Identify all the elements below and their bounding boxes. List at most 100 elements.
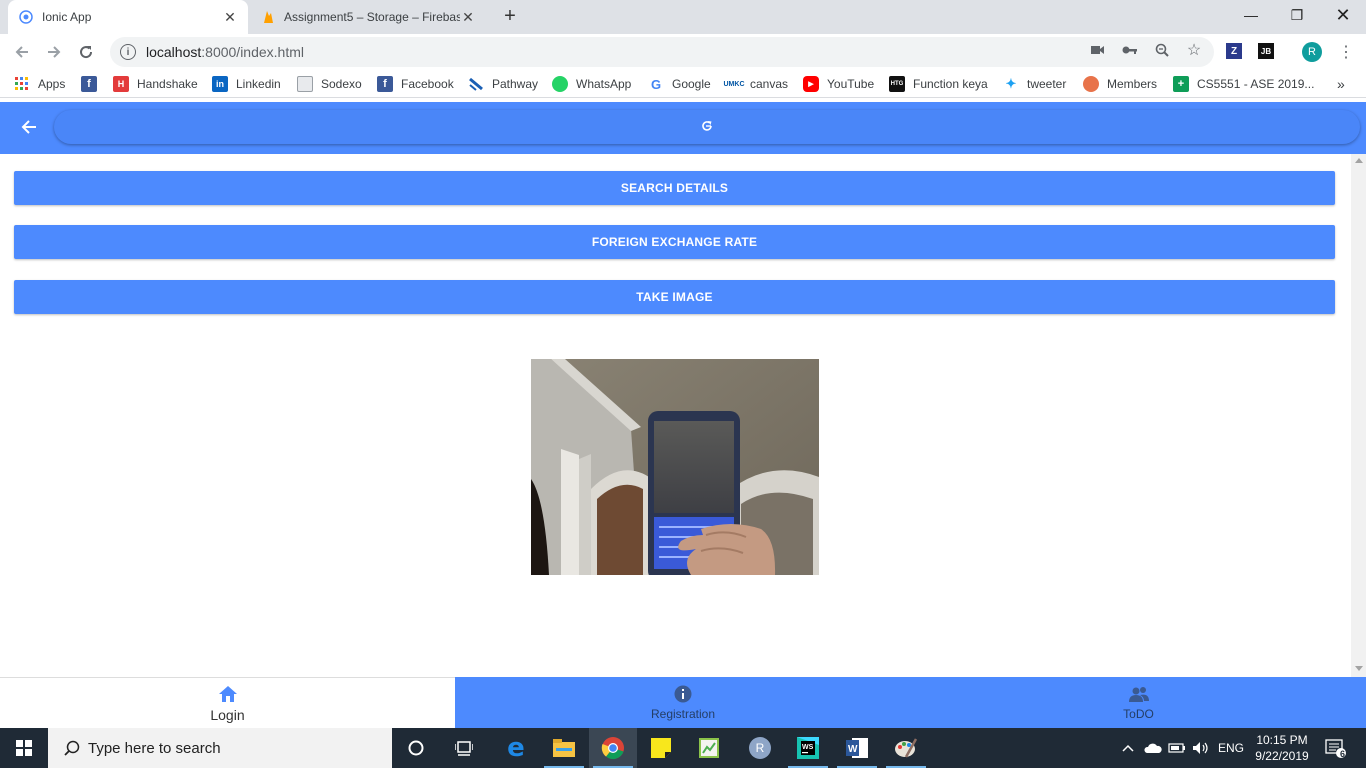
- info-icon: [673, 684, 693, 704]
- reload-icon[interactable]: [74, 40, 98, 64]
- bookmark-label: Function keya: [913, 77, 988, 91]
- people-icon: [1128, 684, 1149, 704]
- bookmark-sodexo[interactable]: Sodexo: [297, 76, 362, 92]
- address-bar[interactable]: i localhost:8000/index.html: [110, 37, 1214, 67]
- youtube-icon: ▶: [803, 76, 819, 92]
- bookmark-facebook[interactable]: f Facebook: [377, 76, 454, 92]
- windows-start-icon[interactable]: [0, 728, 48, 768]
- tab-ionic-app[interactable]: Ionic App ✕: [8, 0, 248, 34]
- tray-expand-icon[interactable]: [1120, 728, 1136, 768]
- facebook-icon: f: [377, 76, 393, 92]
- bookmark-function-keya[interactable]: HTG Function keya: [889, 76, 988, 92]
- onedrive-cloud-icon[interactable]: [1142, 728, 1164, 768]
- url-path: :8000/index.html: [201, 44, 304, 60]
- paint-icon[interactable]: [882, 728, 930, 768]
- clock-date: 9/22/2019: [1255, 749, 1309, 763]
- apps-grid-icon: [14, 76, 30, 92]
- jetbrains-extension-icon[interactable]: JB: [1258, 43, 1274, 59]
- zoom-icon[interactable]: [1154, 42, 1170, 58]
- bookmark-youtube[interactable]: ▶ YouTube: [803, 76, 874, 92]
- bookmark-linkedin[interactable]: in Linkedin: [212, 76, 281, 92]
- file-explorer-icon[interactable]: [540, 728, 588, 768]
- profile-avatar[interactable]: R: [1302, 42, 1322, 62]
- key-icon[interactable]: [1122, 42, 1138, 58]
- tab-firebase[interactable]: Assignment5 – Storage – Firebase ✕: [250, 0, 486, 34]
- take-image-button[interactable]: TAKE IMAGE: [14, 280, 1335, 314]
- info-icon[interactable]: i: [120, 44, 136, 60]
- edge-browser-icon[interactable]: e: [492, 728, 540, 768]
- back-arrow-icon[interactable]: [18, 116, 40, 138]
- sticky-notes-icon[interactable]: [637, 728, 685, 768]
- camera-icon[interactable]: [1090, 42, 1106, 58]
- windows-taskbar: Type here to search e R WS W ENG 10:15 P…: [0, 728, 1366, 768]
- facebook-icon: f: [81, 76, 97, 92]
- search-details-button[interactable]: SEARCH DETAILS: [14, 171, 1335, 205]
- whatsapp-icon: [552, 76, 568, 92]
- action-center-icon[interactable]: 6: [1318, 728, 1352, 768]
- bookmark-label: Handshake: [137, 77, 198, 91]
- bookmark-apps[interactable]: Apps: [14, 76, 65, 92]
- close-tab-icon[interactable]: ✕: [460, 9, 476, 25]
- umkc-icon: UMKC: [723, 80, 745, 88]
- minimize-icon[interactable]: —: [1228, 0, 1274, 30]
- zotero-extension-icon[interactable]: Z: [1226, 43, 1242, 59]
- bookmark-handshake[interactable]: H Handshake: [113, 76, 198, 92]
- new-tab-button[interactable]: +: [498, 4, 522, 28]
- close-tab-icon[interactable]: ✕: [222, 9, 238, 25]
- forward-arrow-icon[interactable]: [42, 40, 66, 64]
- clock-time: 10:15 PM: [1256, 733, 1308, 747]
- bookmarks-overflow-icon[interactable]: »: [1337, 76, 1345, 92]
- webstorm-icon[interactable]: WS: [784, 728, 832, 768]
- chrome-icon[interactable]: [589, 728, 637, 768]
- tab-todo[interactable]: ToDO: [911, 677, 1366, 728]
- bottom-tab-bar: Login Registration ToDO: [0, 677, 1366, 728]
- tab-label: Login: [210, 706, 245, 723]
- scroll-down-icon[interactable]: [1355, 666, 1363, 671]
- svg-text:W: W: [848, 744, 858, 755]
- bookmark-star-icon[interactable]: ☆: [1186, 42, 1202, 59]
- r-app-icon[interactable]: R: [736, 728, 784, 768]
- bookmark-label: Sodexo: [321, 77, 362, 91]
- scroll-up-icon[interactable]: [1355, 158, 1363, 163]
- refresh-icon: [700, 119, 714, 136]
- bookmark-tweeter[interactable]: ✦ tweeter: [1003, 76, 1067, 92]
- back-arrow-icon[interactable]: [10, 40, 34, 64]
- page-icon: [297, 76, 313, 92]
- members-icon: [1083, 76, 1099, 92]
- language-indicator[interactable]: ENG: [1214, 728, 1248, 768]
- tab-registration[interactable]: Registration: [455, 677, 911, 728]
- twitter-icon: ✦: [1005, 76, 1017, 91]
- menu-kebab-icon[interactable]: ⋮: [1334, 40, 1358, 64]
- bookmark-whatsapp[interactable]: WhatsApp: [552, 76, 631, 92]
- header-search-bar[interactable]: [54, 110, 1360, 144]
- close-window-icon[interactable]: ✕: [1320, 0, 1366, 30]
- page-scrollbar[interactable]: [1351, 154, 1366, 677]
- bookmark-label: Members: [1107, 77, 1158, 91]
- spreadsheet-app-icon[interactable]: [685, 728, 733, 768]
- ionic-favicon-icon: [18, 9, 34, 25]
- bookmark-members[interactable]: Members: [1083, 76, 1157, 92]
- foreign-exchange-rate-button[interactable]: FOREIGN EXCHANGE RATE: [14, 225, 1335, 259]
- task-view-icon[interactable]: [440, 728, 488, 768]
- taskbar-search-box[interactable]: Type here to search: [48, 728, 392, 768]
- browser-tab-strip: Ionic App ✕ Assignment5 – Storage – Fire…: [0, 0, 1366, 34]
- cortana-icon[interactable]: [392, 728, 440, 768]
- bookmark-label: WhatsApp: [576, 77, 632, 91]
- restore-icon[interactable]: ❐: [1274, 0, 1320, 30]
- bookmark-label: canvas: [750, 77, 789, 91]
- bookmark-cs5551[interactable]: + CS5551 - ASE 2019...: [1173, 76, 1314, 92]
- bookmark-pathway[interactable]: Pathway: [468, 76, 538, 92]
- tab-login[interactable]: Login: [0, 677, 455, 728]
- bookmark-label: Linkedin: [236, 77, 281, 91]
- system-clock[interactable]: 10:15 PM 9/22/2019: [1252, 732, 1312, 764]
- bookmark-label: Facebook: [401, 77, 454, 91]
- home-icon: [218, 684, 238, 704]
- bookmark-canvas[interactable]: UMKC canvas: [723, 76, 789, 92]
- app-content: SEARCH DETAILS FOREIGN EXCHANGE RATE TAK…: [0, 154, 1351, 677]
- bookmark-google[interactable]: G Google: [648, 76, 711, 92]
- volume-icon[interactable]: [1190, 728, 1212, 768]
- battery-icon[interactable]: [1166, 728, 1188, 768]
- svg-text:WS: WS: [802, 744, 814, 751]
- word-icon[interactable]: W: [833, 728, 881, 768]
- bookmark-facebook-icon-only[interactable]: f: [81, 76, 105, 92]
